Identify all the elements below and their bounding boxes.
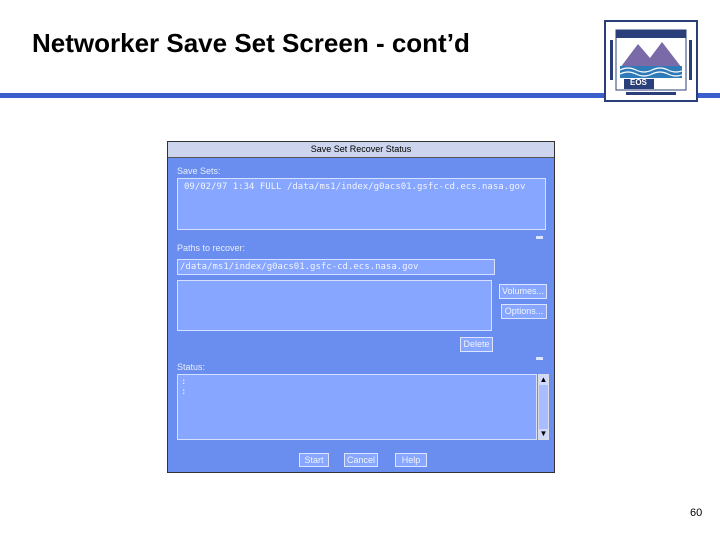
- status-log[interactable]: : :: [177, 374, 537, 440]
- save-sets-list[interactable]: 09/02/97 1:34 FULL /data/ms1/index/g0acs…: [177, 178, 546, 230]
- help-button[interactable]: Help: [395, 453, 427, 467]
- status-line: :: [181, 377, 187, 387]
- scroll-up-arrow-icon[interactable]: ▲: [539, 375, 548, 385]
- save-sets-entry[interactable]: 09/02/97 1:34 FULL /data/ms1/index/g0acs…: [178, 179, 545, 192]
- save-sets-sash[interactable]: [536, 236, 543, 239]
- paths-sash[interactable]: [536, 357, 543, 360]
- logo-text: EOS: [630, 78, 647, 87]
- window-titlebar[interactable]: Save Set Recover Status: [168, 142, 554, 158]
- status-line: :: [181, 387, 187, 397]
- status-scrollbar[interactable]: ▲ ▼: [538, 374, 549, 440]
- start-button[interactable]: Start: [299, 453, 329, 467]
- options-button[interactable]: Options...: [501, 304, 547, 319]
- save-set-recover-status-window: Save Set Recover Status Save Sets: 09/02…: [167, 141, 555, 473]
- status-label: Status:: [177, 362, 206, 372]
- path-input[interactable]: /data/ms1/index/g0acs01.gsfc-cd.ecs.nasa…: [177, 259, 495, 275]
- delete-button[interactable]: Delete: [460, 337, 493, 352]
- paths-list[interactable]: [177, 280, 492, 331]
- volumes-button[interactable]: Volumes...: [499, 284, 547, 299]
- paths-to-recover-label: Paths to recover:: [177, 243, 246, 253]
- slide-title: Networker Save Set Screen - cont’d: [32, 28, 470, 58]
- eos-logo: EOS: [604, 20, 698, 102]
- save-sets-label: Save Sets:: [177, 166, 221, 176]
- scroll-down-arrow-icon[interactable]: ▼: [539, 429, 548, 439]
- cancel-button[interactable]: Cancel: [344, 453, 378, 467]
- page-number: 60: [690, 507, 703, 519]
